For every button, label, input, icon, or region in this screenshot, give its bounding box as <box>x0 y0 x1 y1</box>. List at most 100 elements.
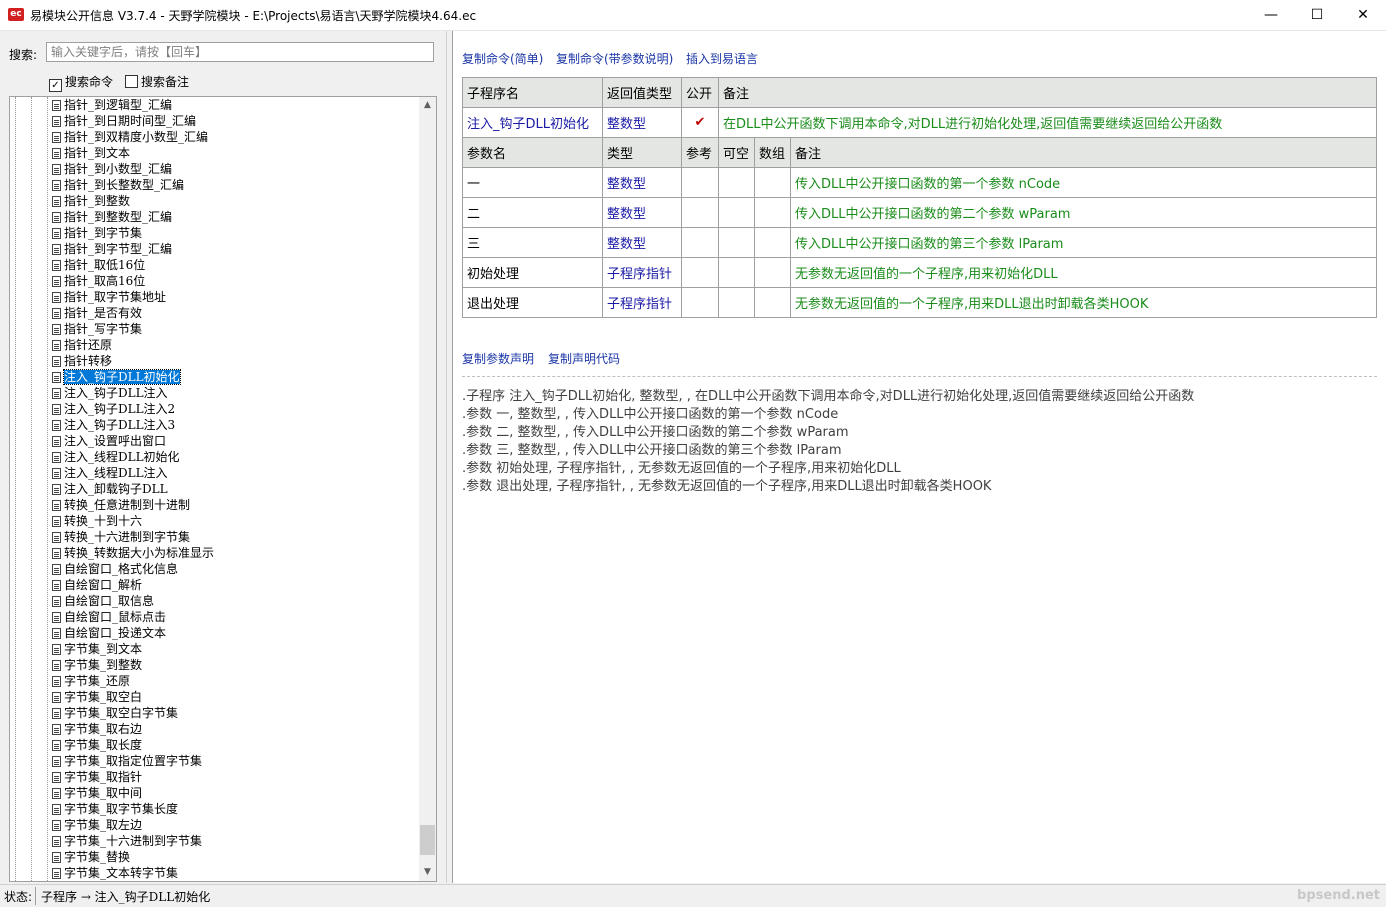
tree-item[interactable]: 注入_线程DLL注入 <box>52 465 214 481</box>
tree-item[interactable]: 自绘窗口_解析 <box>52 577 214 593</box>
routine-file-icon <box>52 148 61 159</box>
tree-item[interactable]: 字节集_取指定位置字节集 <box>52 753 214 769</box>
tree-item[interactable]: 自绘窗口_投递文本 <box>52 625 214 641</box>
tree-item[interactable]: 字节集_替换 <box>52 849 214 865</box>
tree-item[interactable]: 字节集_文本转字节集 <box>52 865 214 881</box>
scroll-down-icon[interactable]: ▼ <box>419 864 436 881</box>
minimize-button[interactable]: — <box>1248 0 1294 30</box>
tree-item-label: 自绘窗口_格式化信息 <box>64 562 179 576</box>
tree-item[interactable]: 字节集_取左边 <box>52 817 214 833</box>
param-name: 二 <box>462 197 603 228</box>
status-bar: 状态: 子程序 → 注入_钩子DLL初始化 bpsend.net <box>0 884 1386 907</box>
copy-decl-code-link[interactable]: 复制声明代码 <box>548 350 620 367</box>
insert-link[interactable]: 插入到易语言 <box>686 50 758 67</box>
tree-item[interactable]: 自绘窗口_格式化信息 <box>52 561 214 577</box>
header-return-type: 返回值类型 <box>602 77 682 108</box>
command-tree[interactable]: 指针_到逻辑型_汇编 指针_到日期时间型_汇编 指针_到双精度小数型_汇编 指针_到文… <box>9 96 437 882</box>
declaration-code[interactable]: .子程序 注入_钩子DLL初始化, 整数型, , 在DLL中公开函数下调用本命令… <box>462 388 1194 496</box>
tree-item[interactable]: 指针_取字节集地址 <box>52 289 214 305</box>
tree-item[interactable]: 注入_钩子DLL注入3 <box>52 417 214 433</box>
tree-item[interactable]: 转换_任意进制到十进制 <box>52 497 214 513</box>
tree-item[interactable]: 指针_到字节集 <box>52 225 214 241</box>
tree-item[interactable]: 指针_到整数型_汇编 <box>52 209 214 225</box>
tree-item[interactable]: 指针_写字节集 <box>52 321 214 337</box>
routine-file-icon <box>52 116 61 127</box>
tree-item[interactable]: 指针_取低16位 <box>52 257 214 273</box>
routine-return-type: 整数型 <box>602 107 682 138</box>
tree-item[interactable]: 指针还原 <box>52 337 214 353</box>
param-nullable <box>718 227 755 258</box>
routine-file-icon <box>52 484 61 495</box>
tree-item[interactable]: 注入_线程DLL初始化 <box>52 449 214 465</box>
tree-item[interactable]: 自绘窗口_取信息 <box>52 593 214 609</box>
tree-item[interactable]: 字节集_取空白 <box>52 689 214 705</box>
copy-with-params-link[interactable]: 复制命令(带参数说明) <box>556 50 673 67</box>
tree-item[interactable]: 指针_到文本 <box>52 145 214 161</box>
param-array <box>754 227 791 258</box>
tree-item[interactable]: 转换_十到十六 <box>52 513 214 529</box>
tree-item[interactable]: 字节集_取字节集长度 <box>52 801 214 817</box>
tree-item[interactable]: 指针转移 <box>52 353 214 369</box>
copy-param-decl-link[interactable]: 复制参数声明 <box>462 350 534 367</box>
copy-simple-link[interactable]: 复制命令(简单) <box>462 50 543 67</box>
param-header-type: 类型 <box>602 137 682 168</box>
tree-item[interactable]: 指针_到小数型_汇编 <box>52 161 214 177</box>
search-note-checkbox[interactable]: 搜索备注 <box>125 74 189 90</box>
maximize-button[interactable]: ☐ <box>1294 0 1340 30</box>
tree-item[interactable]: 指针_是否有效 <box>52 305 214 321</box>
status-label: 状态: <box>4 890 33 904</box>
routine-file-icon <box>52 612 61 623</box>
param-note: 无参数无返回值的一个子程序,用来初始化DLL <box>790 257 1377 288</box>
tree-item[interactable]: 指针_到逻辑型_汇编 <box>52 97 214 113</box>
tree-item[interactable]: 指针_取高16位 <box>52 273 214 289</box>
routine-file-icon <box>52 100 61 111</box>
param-ref <box>681 257 719 288</box>
tree-item-label: 指针_是否有效 <box>64 306 143 320</box>
tree-item[interactable]: 转换_十六进制到字节集 <box>52 529 214 545</box>
routine-file-icon <box>52 868 61 879</box>
tree-item[interactable]: 自绘窗口_鼠标点击 <box>52 609 214 625</box>
tree-item[interactable]: 字节集_取长度 <box>52 737 214 753</box>
tree-item-label: 自绘窗口_投递文本 <box>64 626 167 640</box>
tree-item-label: 指针转移 <box>64 354 113 368</box>
header-public: 公开 <box>681 77 719 108</box>
tree-item[interactable]: 转换_转数据大小为标准显示 <box>52 545 214 561</box>
tree-scrollbar[interactable]: ▲ ▼ <box>419 97 436 881</box>
tree-item[interactable]: 字节集_到整数 <box>52 657 214 673</box>
search-command-checkbox[interactable]: ✓ 搜索命令 <box>49 74 114 92</box>
tree-item-label: 字节集_取中间 <box>64 786 143 800</box>
tree-item-label: 字节集_取字节集长度 <box>64 802 179 816</box>
tree-item[interactable]: 字节集_取空白字节集 <box>52 705 214 721</box>
title-bar: ec 易模块公开信息 V3.7.4 - 天野学院模块 - E:\Projects… <box>0 0 1386 31</box>
tree-item[interactable]: 字节集_到文本 <box>52 641 214 657</box>
tree-item-label: 注入_卸载钩子DLL <box>64 482 168 496</box>
param-ref <box>681 167 719 198</box>
routine-file-icon <box>52 500 61 511</box>
tree-item[interactable]: 注入_钩子DLL注入2 <box>52 401 214 417</box>
tree-item[interactable]: 字节集_取指针 <box>52 769 214 785</box>
tree-item[interactable]: 字节集_十六进制到字节集 <box>52 833 214 849</box>
scroll-thumb[interactable] <box>420 825 435 855</box>
tree-item-label: 指针_到字节集 <box>64 226 143 240</box>
tree-item[interactable]: 字节集_取中间 <box>52 785 214 801</box>
tree-item[interactable]: 注入_卸载钩子DLL <box>52 481 214 497</box>
search-input[interactable] <box>46 42 434 62</box>
tree-item[interactable]: 指针_到双精度小数型_汇编 <box>52 129 214 145</box>
close-button[interactable]: ✕ <box>1340 0 1386 30</box>
tree-item[interactable]: 字节集_还原 <box>52 673 214 689</box>
tree-item[interactable]: 字节集_取右边 <box>52 721 214 737</box>
tree-item[interactable]: 指针_到日期时间型_汇编 <box>52 113 214 129</box>
tree-item[interactable]: 指针_到长整数型_汇编 <box>52 177 214 193</box>
tree-item-label: 字节集_取空白 <box>64 690 143 704</box>
tree-guide-line <box>47 97 48 881</box>
param-row: 初始处理 子程序指针 无参数无返回值的一个子程序,用来初始化DLL <box>462 257 1377 288</box>
tree-item[interactable]: 指针_到字节型_汇编 <box>52 241 214 257</box>
search-command-label: 搜索命令 <box>65 75 114 89</box>
scroll-up-icon[interactable]: ▲ <box>419 97 436 114</box>
tree-item[interactable]: 注入_钩子DLL初始化 <box>52 369 214 385</box>
tree-item[interactable]: 注入_钩子DLL注入 <box>52 385 214 401</box>
tree-item[interactable]: 注入_设置呼出窗口 <box>52 433 214 449</box>
tree-item-label: 指针_取低16位 <box>64 258 146 272</box>
tree-item[interactable]: 指针_到整数 <box>52 193 214 209</box>
param-type: 整数型 <box>602 197 682 228</box>
